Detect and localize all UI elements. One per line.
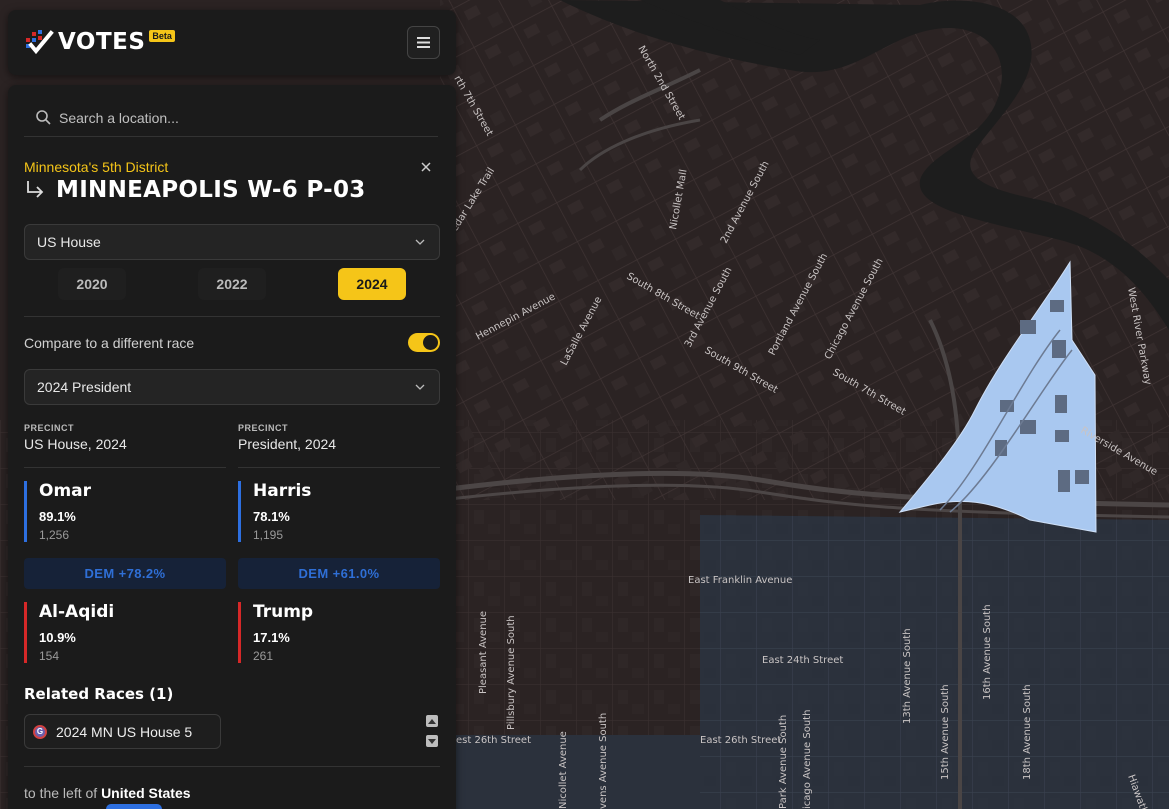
party-badge-icon: G (33, 724, 47, 739)
hamburger-menu-icon (417, 37, 430, 48)
candidate-row[interactable]: Harris 78.1% 1,195 (238, 481, 440, 542)
compare-race-value: 2024 President (37, 379, 132, 395)
svg-text:18th Avenue South: 18th Avenue South (1022, 684, 1033, 780)
candidate-row[interactable]: Al-Aqidi 10.9% 154 (24, 602, 226, 663)
scroll-down-button[interactable] (426, 735, 438, 747)
year-button-2024[interactable]: 2024 (338, 268, 406, 300)
candidate-row[interactable]: Omar 89.1% 1,256 (24, 481, 226, 542)
svg-text:15th Avenue South: 15th Avenue South (940, 684, 951, 780)
triangle-down-icon (428, 738, 436, 744)
district-name[interactable]: Minnesota's 5th District (24, 159, 168, 175)
candidate-votes: 261 (253, 649, 274, 663)
candidate-votes: 154 (39, 649, 60, 663)
beta-badge: Beta (149, 30, 175, 42)
related-scroll (426, 715, 438, 755)
svg-text:est 26th Street: est 26th Street (456, 735, 531, 746)
candidate-votes: 1,195 (253, 528, 284, 542)
column-race: US House, 2024 (24, 436, 127, 452)
race-select-value: US House (37, 234, 101, 250)
svg-text:Pleasant Avenue: Pleasant Avenue (478, 611, 489, 694)
related-race-label: 2024 MN US House 5 (56, 723, 193, 740)
candidate-pct: 10.9% (39, 630, 76, 645)
scroll-up-button[interactable] (426, 715, 438, 727)
search-icon (36, 110, 51, 125)
location-context-place[interactable]: United States (101, 785, 190, 801)
location-context: to the left of United States (24, 785, 191, 801)
svg-text:vens Avenue South: vens Avenue South (598, 713, 609, 809)
column-kicker: PRECINCT (24, 423, 75, 433)
candidate-name: Trump (253, 602, 314, 622)
precinct-name: MINNEAPOLIS W-6 P-03 (56, 177, 366, 203)
svg-text:Nicollet Avenue: Nicollet Avenue (558, 731, 569, 809)
search-bar (24, 99, 438, 137)
precinct-title: MINNEAPOLIS W-6 P-03 (24, 177, 366, 203)
results-column-president: PRECINCT President, 2024 Harris 78.1% 1,… (238, 423, 440, 663)
year-button-2020[interactable]: 2020 (58, 268, 126, 300)
candidate-row[interactable]: Trump 17.1% 261 (238, 602, 440, 663)
svg-text:16th Avenue South: 16th Avenue South (982, 604, 993, 700)
svg-text:East 24th Street: East 24th Street (762, 655, 843, 666)
svg-text:13th Avenue South: 13th Avenue South (902, 628, 913, 724)
app-name: VOTES (58, 29, 146, 55)
divider (238, 467, 440, 468)
candidate-name: Harris (253, 481, 312, 501)
year-selector: 2020 2022 2024 (24, 268, 440, 300)
checkmark-logo-icon (26, 30, 54, 55)
divider (24, 467, 226, 468)
race-select[interactable]: US House (24, 224, 440, 260)
svg-text:East 26th Street: East 26th Street (700, 735, 781, 746)
related-race-item[interactable]: G 2024 MN US House 5 (24, 714, 221, 749)
margin-badge: DEM +78.2% (24, 558, 226, 589)
column-race: President, 2024 (238, 436, 337, 452)
divider (24, 766, 440, 767)
compare-label: Compare to a different race (24, 335, 195, 351)
location-context-prefix: to the left of (24, 785, 98, 801)
app-logo[interactable]: VOTES Beta (24, 28, 175, 56)
column-kicker: PRECINCT (238, 423, 289, 433)
divider (24, 316, 440, 317)
svg-text:East Franklin Avenue: East Franklin Avenue (688, 575, 792, 586)
chevron-down-icon (415, 239, 425, 245)
results-column-house: PRECINCT US House, 2024 Omar 89.1% 1,256… (24, 423, 226, 663)
related-races-title: Related Races (1) (24, 685, 174, 703)
year-button-2022[interactable]: 2022 (198, 268, 266, 300)
footer-chip[interactable] (106, 804, 162, 809)
close-button[interactable] (416, 157, 436, 177)
candidate-name: Al-Aqidi (39, 602, 115, 622)
candidate-votes: 1,256 (39, 528, 70, 542)
results-panel: Minnesota's 5th District MINNEAPOLIS W-6… (8, 85, 456, 809)
svg-text:icago Avenue South: icago Avenue South (802, 710, 813, 809)
chevron-down-icon (415, 384, 425, 390)
candidate-pct: 89.1% (39, 509, 76, 524)
menu-button[interactable] (407, 26, 440, 59)
candidate-pct: 78.1% (253, 509, 290, 524)
candidate-pct: 17.1% (253, 630, 290, 645)
app-header: VOTES Beta (8, 10, 456, 75)
close-icon (421, 162, 431, 172)
margin-badge: DEM +61.0% (238, 558, 440, 589)
svg-text:Pillsbury Avenue South: Pillsbury Avenue South (506, 615, 517, 730)
triangle-up-icon (428, 718, 436, 724)
candidate-name: Omar (39, 481, 92, 501)
compare-race-select[interactable]: 2024 President (24, 369, 440, 405)
search-input[interactable] (59, 109, 419, 126)
compare-toggle[interactable] (408, 333, 440, 352)
return-arrow-icon (27, 181, 44, 198)
svg-text:Park Avenue South: Park Avenue South (778, 715, 789, 809)
